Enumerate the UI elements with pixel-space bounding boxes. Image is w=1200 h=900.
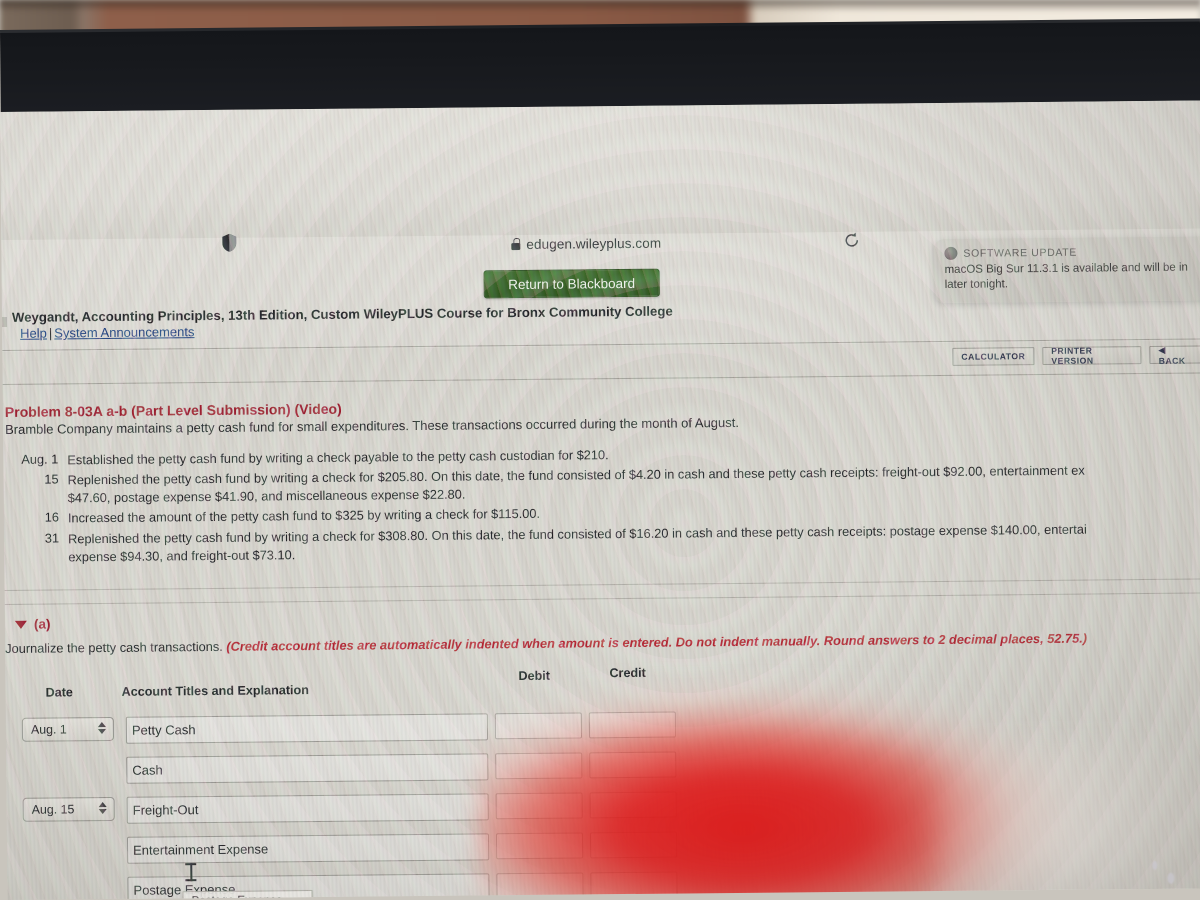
account-input[interactable]: Entertainment Expense [126,833,490,864]
column-header-debit: Debit [518,668,550,684]
account-value: Entertainment Expense [133,841,269,858]
shield-icon[interactable] [222,233,237,257]
debit-input[interactable] [494,712,583,740]
white-glare-reflection [936,740,1200,900]
table-row: Aug. 1 Petty Cash [6,711,706,758]
section-divider-1 [4,578,1200,591]
date-value: Aug. 1 [30,722,67,737]
instruction-italic: (Credit account titles are automatically… [226,631,1044,654]
debit-input[interactable] [495,792,583,820]
address-bar[interactable]: edugen.wileyplus.com [421,231,751,256]
instruction-plain: Journalize the petty cash transactions. [5,638,223,656]
date-select[interactable]: Aug. 1 [21,716,115,742]
left-edge-tick [1,316,8,327]
notification-line-1: macOS Big Sur 11.3.1 is available and wi… [944,261,1188,276]
header-divider-bottom [2,372,1200,385]
text-cursor-icon [185,863,196,882]
autocomplete-suggestion[interactable]: Postage Expense [182,890,313,900]
software-update-notification[interactable]: SOFTWARE UPDATE macOS Big Sur 11.3.1 is … [933,236,1200,304]
credit-input[interactable] [589,751,677,779]
table-row: Entertainment Expense [7,831,707,878]
transaction-date: Aug. 1 [21,451,59,467]
stepper-arrows-icon[interactable] [97,722,106,738]
chevron-down-icon [14,620,27,629]
account-value: Cash [132,762,163,778]
dust-speck [1167,872,1175,884]
section-divider-2 [4,592,1200,605]
lock-icon [511,238,520,250]
account-input[interactable]: Cash [126,753,489,784]
return-to-blackboard-button[interactable]: Return to Blackboard [483,268,660,299]
part-a-instruction: Journalize the petty cash transactions. … [5,628,1200,658]
date-select[interactable]: Aug. 15 [22,796,115,822]
transaction-date: 15 [44,471,59,487]
url-text: edugen.wileyplus.com [526,235,662,252]
transaction-date: 31 [44,530,60,546]
stepper-arrows-icon[interactable] [98,802,107,818]
notification-line-2: later tonight. [944,278,1009,292]
notification-header: SOFTWARE UPDATE [944,244,1200,260]
room-shadow [0,0,1200,12]
table-row: Aug. 15 Freight-Out [7,791,707,838]
account-value: Petty Cash [131,722,196,738]
journal-table-header: Date Account Titles and Explanation Debi… [5,665,705,706]
laptop-photo: edugen.wileyplus.com Return to Blackboar… [0,0,1200,900]
column-header-account: Account Titles and Explanation [121,683,309,699]
credit-input[interactable] [589,831,678,859]
laptop-screen: edugen.wileyplus.com Return to Blackboar… [0,100,1200,900]
help-link[interactable]: Help [20,326,47,341]
dust-speck [1152,860,1158,870]
back-button[interactable]: ◀ BACK [1149,344,1200,365]
journal-entry-table: Date Account Titles and Explanation Debi… [5,665,705,900]
instruction-italic-line2: 52.75.) [1047,630,1088,646]
debit-input[interactable] [495,832,584,860]
printer-version-button[interactable]: PRINTER VERSION [1042,346,1142,366]
account-value: Freight-Out [132,802,199,818]
help-nav: Help | System Announcements [20,324,194,341]
software-update-icon [944,246,958,260]
system-announcements-link[interactable]: System Announcements [54,324,194,340]
transaction-date: 16 [44,509,59,526]
credit-input[interactable] [590,871,678,899]
column-header-credit: Credit [609,665,646,681]
problem-title: Problem 8-03A a-b (Part Level Submission… [4,400,342,420]
part-a-label: (a) [33,616,51,632]
debit-input[interactable] [495,752,583,780]
table-row: Cash [6,751,706,798]
notification-body: macOS Big Sur 11.3.1 is available and wi… [944,260,1200,293]
account-input[interactable]: Petty Cash [125,713,489,744]
page-toolbar: CALCULATOR PRINTER VERSION ◀ BACK [952,344,1200,366]
part-a-toggle[interactable]: (a) [14,616,51,632]
credit-input[interactable] [588,711,677,739]
column-header-date: Date [45,685,73,700]
debit-input[interactable] [496,872,584,900]
notification-title: SOFTWARE UPDATE [963,246,1078,260]
credit-input[interactable] [589,791,677,819]
date-value: Aug. 15 [31,802,75,817]
account-input[interactable]: Freight-Out [126,793,489,824]
calculator-button[interactable]: CALCULATOR [952,347,1035,366]
reload-icon[interactable] [843,232,860,254]
transaction-list: Aug. 1 Established the petty cash fund b… [3,440,1200,569]
browser-chrome [0,100,1200,240]
